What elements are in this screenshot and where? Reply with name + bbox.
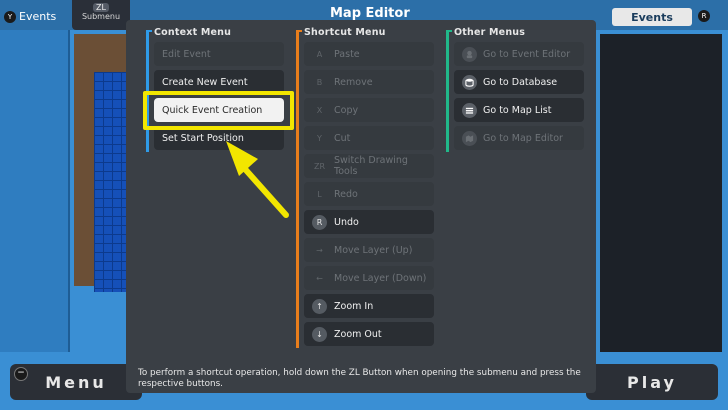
edit-event-item[interactable]: Edit Event <box>154 42 284 66</box>
submenu-popup: Context Menu Edit Event Create New Event… <box>126 20 596 393</box>
zl-button-icon: ZL <box>93 3 109 12</box>
item-label: Paste <box>334 48 360 60</box>
events-tab-left[interactable]: Y Events <box>4 10 56 23</box>
y-button-icon: Y <box>4 10 16 23</box>
item-label: Go to Database <box>483 76 558 88</box>
other-menus-rail <box>446 30 449 152</box>
play-button[interactable]: Play <box>586 364 718 400</box>
r-button-icon: R <box>698 10 710 22</box>
item-label: Go to Event Editor <box>483 48 571 60</box>
map-list-icon <box>462 102 477 118</box>
minus-button-icon: − <box>14 367 28 381</box>
shortcut-menu-rail <box>296 30 299 348</box>
go-to-map-list-item[interactable]: Go to Map List <box>454 98 584 122</box>
item-label: Move Layer (Down) <box>334 272 427 284</box>
dpad-left-icon: ← <box>316 273 323 283</box>
paste-item[interactable]: A Paste <box>304 42 434 66</box>
switch-drawing-tools-item[interactable]: ZR Switch Drawing Tools <box>304 154 434 178</box>
other-menus-header: Other Menus <box>454 27 526 38</box>
copy-item[interactable]: X Copy <box>304 98 434 122</box>
dpad-right-icon: → <box>316 245 323 255</box>
undo-item[interactable]: R Undo <box>304 210 434 234</box>
events-tab-right[interactable]: Events <box>612 8 692 26</box>
remove-item[interactable]: B Remove <box>304 70 434 94</box>
map-canvas[interactable] <box>74 34 128 292</box>
item-label: Remove <box>334 76 373 88</box>
left-side-panel <box>0 30 70 352</box>
move-layer-up-item[interactable]: → Move Layer (Up) <box>304 238 434 262</box>
event-editor-icon <box>462 46 477 62</box>
shortcut-menu-column: Shortcut Menu A Paste B Remove X Copy Y Cut … <box>296 27 436 348</box>
play-button-label: Play <box>627 372 677 392</box>
item-label: Cut <box>334 132 351 144</box>
highlight-box <box>143 91 294 130</box>
item-label: Zoom Out <box>334 328 382 340</box>
l-button-icon: L <box>317 189 322 199</box>
item-label: Undo <box>334 216 359 228</box>
y-button-icon: Y <box>317 133 322 143</box>
item-label: Move Layer (Up) <box>334 244 413 256</box>
item-label: Edit Event <box>162 48 211 60</box>
x-button-icon: X <box>316 105 323 115</box>
zoom-in-item[interactable]: ↑ Zoom In <box>304 294 434 318</box>
database-icon <box>462 74 477 90</box>
go-to-map-editor-item[interactable]: Go to Map Editor <box>454 126 584 150</box>
events-tab-label: Events <box>19 10 57 23</box>
b-button-icon: B <box>316 77 323 87</box>
submenu-label: Submenu <box>81 12 121 21</box>
item-label: Set Start Position <box>162 132 244 144</box>
zoom-out-item[interactable]: ↓ Zoom Out <box>304 322 434 346</box>
context-menu-header: Context Menu <box>154 27 232 38</box>
menu-button-label: Menu <box>45 372 107 392</box>
item-label: Zoom In <box>334 300 374 312</box>
item-label: Copy <box>334 104 359 116</box>
cut-item[interactable]: Y Cut <box>304 126 434 150</box>
map-editor-icon <box>462 130 477 146</box>
right-side-panel <box>600 34 722 352</box>
go-to-database-item[interactable]: Go to Database <box>454 70 584 94</box>
other-menus-column: Other Menus Go to Event Editor Go to Dat… <box>446 27 586 152</box>
shortcut-menu-header: Shortcut Menu <box>304 27 386 38</box>
go-to-event-editor-item[interactable]: Go to Event Editor <box>454 42 584 66</box>
item-label: Switch Drawing Tools <box>334 155 408 177</box>
r-button-icon: R <box>312 214 327 230</box>
item-label: Go to Map Editor <box>483 132 563 144</box>
submenu-button[interactable]: ZL Submenu <box>72 0 130 30</box>
item-label: Redo <box>334 188 358 200</box>
redo-item[interactable]: L Redo <box>304 182 434 206</box>
shortcut-hint-text: To perform a shortcut operation, hold do… <box>138 368 581 389</box>
item-label: Go to Map List <box>483 104 552 116</box>
a-button-icon: A <box>316 49 323 59</box>
context-menu-column: Context Menu Edit Event Create New Event… <box>146 27 286 152</box>
move-layer-down-item[interactable]: ← Move Layer (Down) <box>304 266 434 290</box>
dpad-up-icon: ↑ <box>312 298 327 314</box>
menu-button[interactable]: − Menu <box>10 364 142 400</box>
water-tiles <box>94 72 128 292</box>
dpad-down-icon: ↓ <box>312 326 327 342</box>
item-label: Create New Event <box>162 76 248 88</box>
editor-title: Map Editor <box>330 6 410 21</box>
zr-button-icon: ZR <box>313 161 326 171</box>
